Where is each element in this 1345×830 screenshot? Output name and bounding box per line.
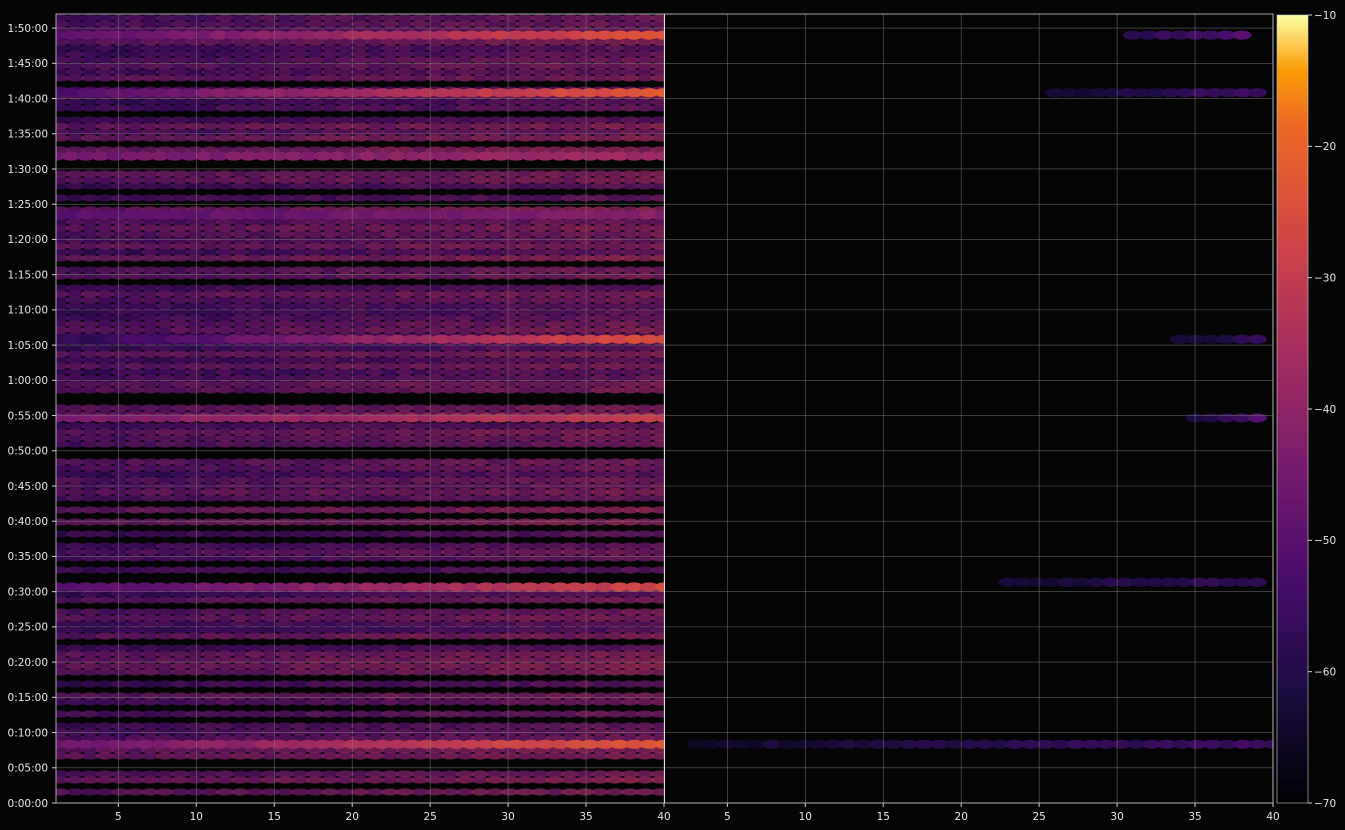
y-tick-label: 1:40:00 bbox=[8, 93, 48, 105]
heat-band-cell bbox=[1247, 88, 1267, 98]
y-tick-label: 1:10:00 bbox=[8, 305, 48, 317]
heat-band-cell bbox=[1232, 30, 1252, 40]
y-tick-label: 1:15:00 bbox=[8, 269, 48, 281]
x-tick-label: 5 bbox=[115, 811, 122, 823]
colorbar-tick-label: −50 bbox=[1314, 535, 1336, 547]
y-tick-label: 0:50:00 bbox=[8, 446, 48, 458]
x-tick-label: 15 bbox=[268, 811, 281, 823]
x-tick-label: 10 bbox=[190, 811, 203, 823]
y-tick-label: 1:25:00 bbox=[8, 199, 48, 211]
colorbar-tick-label: −30 bbox=[1314, 272, 1336, 284]
y-tick-label: 0:00:00 bbox=[8, 798, 48, 810]
y-tick-label: 0:55:00 bbox=[8, 410, 48, 422]
x-tick-label: 20 bbox=[346, 811, 359, 823]
x-tick-label: 25 bbox=[1032, 811, 1045, 823]
y-tick-label: 0:05:00 bbox=[8, 763, 48, 775]
heat-band-cell bbox=[1247, 413, 1267, 423]
x-tick-label: 10 bbox=[799, 811, 812, 823]
y-tick-label: 0:15:00 bbox=[8, 692, 48, 704]
y-tick-label: 0:25:00 bbox=[8, 622, 48, 634]
colorbar-tick-label: −40 bbox=[1314, 404, 1336, 416]
colorbar-ticks: −10 −20 −30 −40 −50 −60 −70 bbox=[1308, 10, 1336, 810]
y-tick-label: 1:35:00 bbox=[8, 129, 48, 141]
x-tick-label: 5 bbox=[724, 811, 731, 823]
y-tick-label: 1:00:00 bbox=[8, 375, 48, 387]
x-tick-label: 15 bbox=[877, 811, 890, 823]
plot-area-right bbox=[665, 14, 1273, 803]
y-tick-label: 0:40:00 bbox=[8, 516, 48, 528]
x-tick-label: 30 bbox=[501, 811, 514, 823]
heatmap-chart: 0:00:00 0:05:00 0:10:00 0:15:00 0:20:00 0:25:… bbox=[8, 10, 1337, 823]
colorbar: −10 −20 −30 −40 −50 −60 −70 bbox=[1276, 10, 1336, 810]
heat-band-cell bbox=[1247, 577, 1267, 587]
heat-band-cell bbox=[1247, 334, 1267, 344]
y-tick-label: 1:30:00 bbox=[8, 164, 48, 176]
x-tick-label: 20 bbox=[955, 811, 968, 823]
x-tick-label: 35 bbox=[579, 811, 592, 823]
y-tick-label: 0:10:00 bbox=[8, 727, 48, 739]
colorbar-tick-label: −10 bbox=[1314, 10, 1336, 22]
x-tick-label: 35 bbox=[1188, 811, 1201, 823]
x-tick-label: 40 bbox=[1266, 811, 1279, 823]
plot-area-left bbox=[56, 14, 664, 803]
x-tick-label: 25 bbox=[423, 811, 436, 823]
x-tick-label: 40 bbox=[657, 811, 670, 823]
colorbar-tick-label: −60 bbox=[1314, 666, 1336, 678]
y-tick-label: 1:05:00 bbox=[8, 340, 48, 352]
y-tick-label: 0:35:00 bbox=[8, 551, 48, 563]
y-tick-label: 0:20:00 bbox=[8, 657, 48, 669]
colorbar-tick-label: −70 bbox=[1314, 798, 1336, 810]
y-tick-label: 0:30:00 bbox=[8, 586, 48, 598]
colorbar-tick-label: −20 bbox=[1314, 141, 1336, 153]
y-tick-label: 1:45:00 bbox=[8, 58, 48, 70]
y-tick-label: 1:50:00 bbox=[8, 23, 48, 35]
x-tick-label: 30 bbox=[1110, 811, 1123, 823]
y-tick-label: 0:45:00 bbox=[8, 481, 48, 493]
y-tick-label: 1:20:00 bbox=[8, 234, 48, 246]
colorbar-gradient bbox=[1276, 14, 1309, 804]
